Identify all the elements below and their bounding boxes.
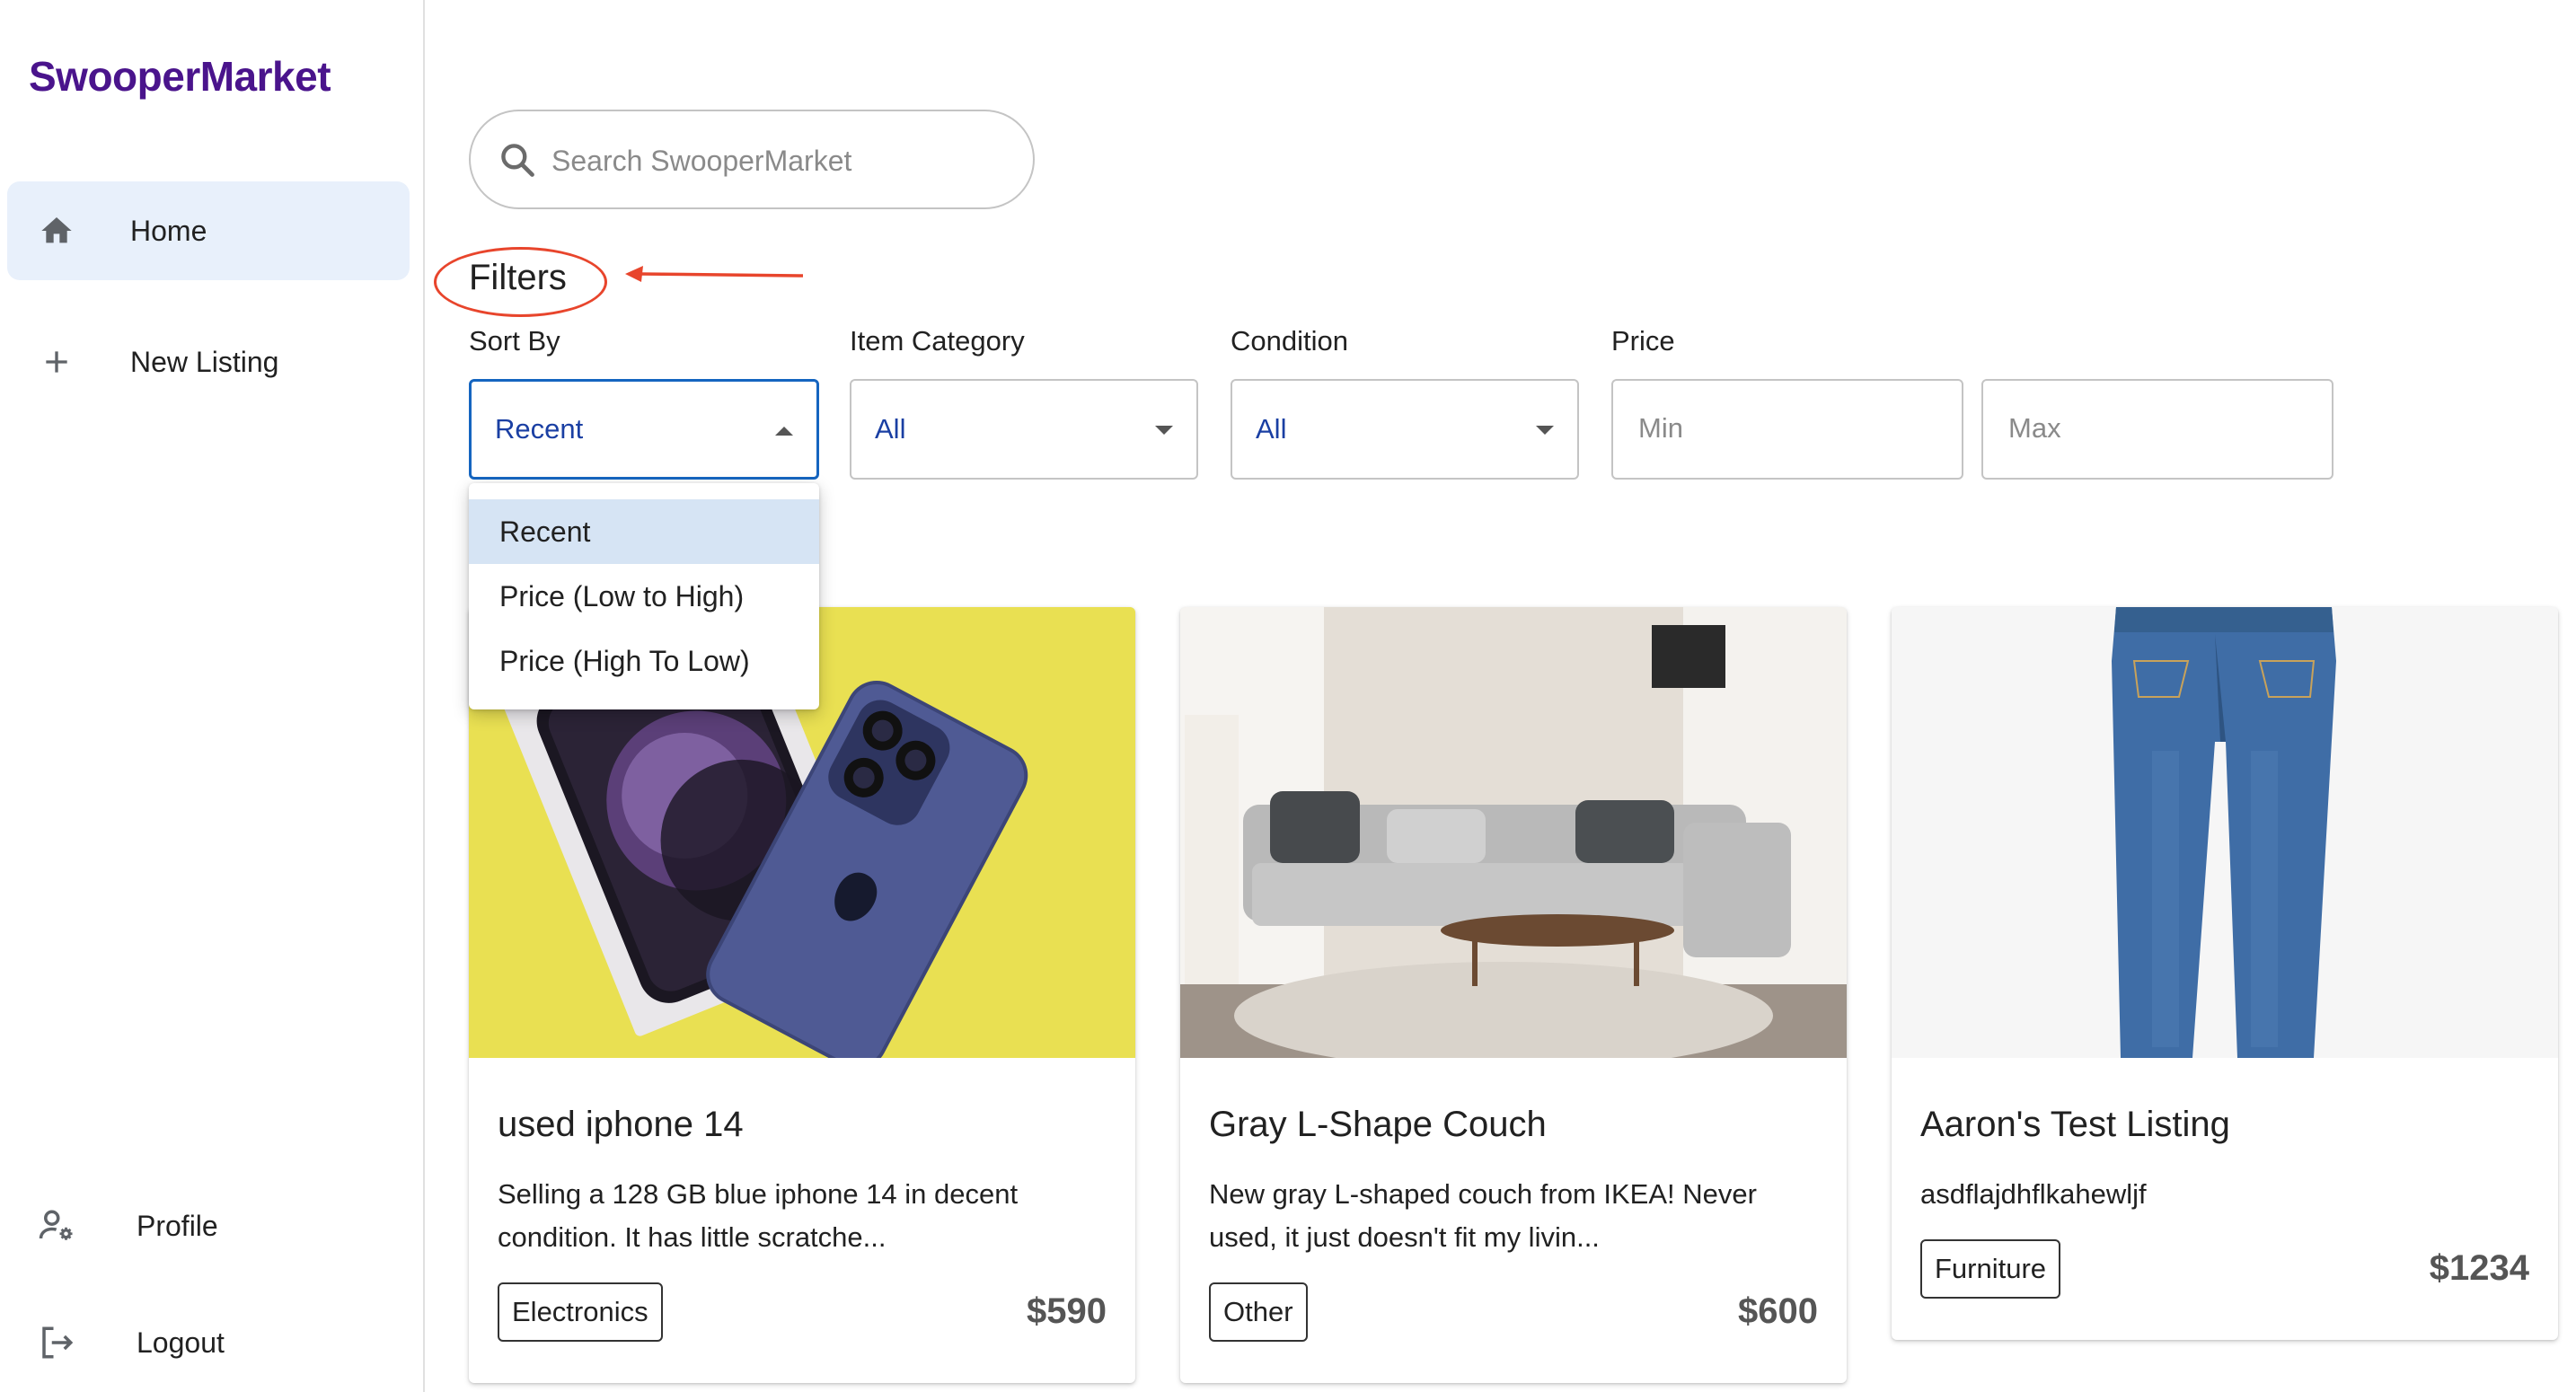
sort-by-label: Sort By [469, 325, 560, 357]
price-max-input[interactable]: Max [1981, 379, 2333, 480]
listing-price: $590 [1027, 1291, 1107, 1331]
plus-icon [34, 339, 79, 384]
listing-description: Selling a 128 GB blue iphone 14 in decen… [498, 1178, 1019, 1253]
category-chip[interactable]: Furniture [1920, 1239, 2061, 1299]
item-category-select[interactable]: All [850, 379, 1198, 480]
price-max-placeholder: Max [2008, 412, 2061, 444]
user-settings-icon [34, 1203, 79, 1248]
listing-card[interactable]: used iphone 14 Selling a 128 GB blue iph… [469, 607, 1135, 1383]
price-label: Price [1611, 325, 1675, 357]
listing-title: used iphone 14 [498, 1105, 744, 1144]
sidebar-item-label: New Listing [130, 345, 279, 378]
logout-icon [34, 1320, 79, 1365]
sidebar-item-new-listing[interactable]: New Listing [7, 313, 410, 411]
search-bar[interactable] [469, 110, 1035, 209]
brand-logo[interactable]: SwooperMarket [29, 52, 331, 101]
listing-price: $600 [1738, 1291, 1818, 1331]
listing-image[interactable] [1180, 607, 1847, 1058]
category-chip[interactable]: Electronics [498, 1282, 663, 1342]
sidebar-item-label: Profile [137, 1209, 218, 1242]
listing-price: $1234 [2429, 1248, 2529, 1288]
sort-option-price-high-low[interactable]: Price (High To Low) [469, 629, 819, 693]
condition-select[interactable]: All [1231, 379, 1579, 480]
sidebar-item-home[interactable]: Home [7, 181, 410, 280]
search-input[interactable] [551, 138, 1001, 183]
listing-title: Aaron's Test Listing [1920, 1105, 2230, 1144]
annotation-circle [434, 247, 607, 317]
chevron-down-icon [1536, 426, 1554, 435]
search-icon [501, 144, 534, 177]
listing-card[interactable]: Gray L-Shape Couch New gray L-shaped cou… [1180, 607, 1847, 1383]
price-min-placeholder: Min [1638, 412, 1683, 444]
sidebar-item-label: Home [130, 214, 207, 247]
sort-by-select[interactable]: Recent [469, 379, 819, 480]
category-chip[interactable]: Other [1209, 1282, 1308, 1342]
chevron-up-icon [775, 427, 793, 436]
sidebar-item-profile[interactable]: Profile [7, 1176, 410, 1275]
home-icon [34, 208, 79, 253]
condition-value: All [1256, 413, 1287, 445]
price-min-input[interactable]: Min [1611, 379, 1963, 480]
item-category-value: All [875, 413, 906, 445]
chevron-down-icon [1155, 426, 1173, 435]
sidebar-item-logout[interactable]: Logout [7, 1293, 410, 1392]
sort-by-menu: Recent Price (Low to High) Price (High T… [469, 483, 819, 709]
listing-card[interactable]: Aaron's Test Listing asdflajdhflkahewljf… [1892, 607, 2558, 1340]
sort-by-value: Recent [495, 413, 584, 445]
sidebar: SwooperMarket Home New Listing Profile L… [0, 0, 425, 1392]
sidebar-item-label: Logout [137, 1326, 225, 1359]
sort-option-recent[interactable]: Recent [469, 499, 819, 564]
item-category-label: Item Category [850, 325, 1025, 357]
listing-title: Gray L-Shape Couch [1209, 1105, 1547, 1144]
condition-label: Condition [1231, 325, 1348, 357]
listing-description: New gray L-shaped couch from IKEA! Never… [1209, 1178, 1757, 1253]
listing-image[interactable] [1892, 607, 2558, 1058]
listing-description: asdflajdhflkahewljf [1920, 1178, 2147, 1210]
sort-option-price-low-high[interactable]: Price (Low to High) [469, 564, 819, 629]
annotation-arrow [625, 266, 804, 282]
